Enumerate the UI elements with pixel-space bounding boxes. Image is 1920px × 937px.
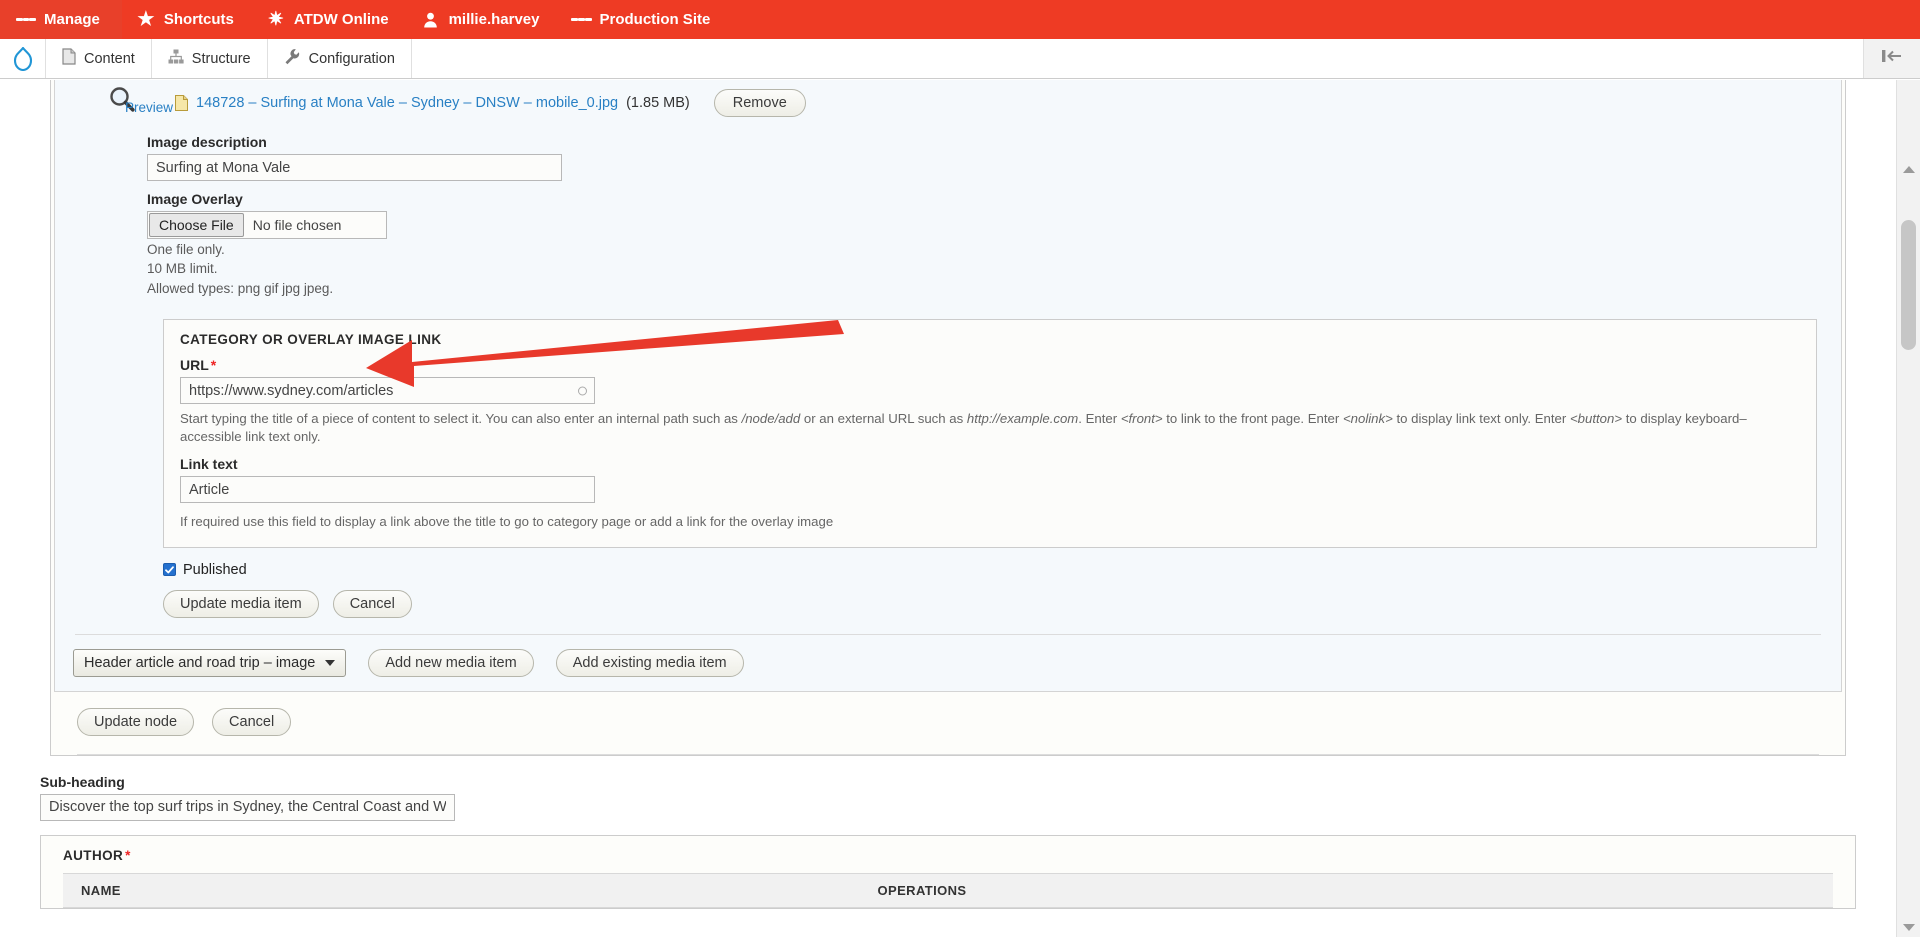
collapse-sidebar-button[interactable]	[1864, 39, 1920, 78]
published-checkbox[interactable]	[163, 563, 176, 577]
toolbar-item-manage[interactable]: Manage	[0, 0, 122, 39]
overlay-hint-limit: 10 MB limit.	[147, 261, 218, 277]
sub-heading-field: Sub-heading	[40, 774, 1896, 821]
link-text-label: Link text	[180, 456, 238, 473]
preview-label[interactable]: Preview	[125, 100, 173, 115]
fieldset-legend: CATEGORY OR OVERLAY IMAGE LINK	[180, 332, 442, 348]
autocomplete-throbber-icon	[578, 386, 587, 396]
image-description-label: Image description	[147, 134, 267, 150]
link-text-input[interactable]	[180, 476, 595, 504]
author-table-header-row: NAME OPERATIONS	[63, 872, 1833, 908]
star-icon: ★	[137, 9, 155, 30]
sub-heading-input[interactable]	[40, 793, 455, 821]
url-label: URL *	[180, 357, 217, 374]
admin-subnav: Content Structure Configuration	[0, 39, 1920, 79]
toolbar-item-production-site[interactable]: Production Site	[557, 0, 728, 39]
add-media-row: Header article and road trip – image Add…	[73, 648, 1841, 677]
node-bottom-divider	[77, 753, 1819, 755]
toolbar-item-label: millie.harvey	[448, 11, 540, 28]
subnav-spacer	[412, 39, 1864, 78]
media-file-size: (1.85 MB)	[626, 95, 690, 111]
media-item-panel: Preview 148728 – Surfing at Mona Vale – …	[54, 80, 1842, 692]
overlay-hint-one-file: One file only.	[147, 242, 225, 257]
node-edit-form: Preview 148728 – Surfing at Mona Vale – …	[50, 80, 1846, 756]
toolbar-item-label: Shortcuts	[163, 11, 234, 28]
remove-button[interactable]: Remove	[713, 89, 806, 117]
toolbar-item-atdw-online[interactable]: ✷ ATDW Online	[252, 0, 407, 39]
hamburger-icon	[16, 10, 37, 30]
subnav-item-structure[interactable]: Structure	[152, 39, 268, 78]
admin-toolbar: Manage ★ Shortcuts ✷ ATDW Online millie.…	[0, 0, 1920, 39]
chevron-down-icon	[325, 659, 336, 666]
wrench-icon	[284, 48, 301, 69]
published-label: Published	[183, 561, 247, 578]
media-type-select[interactable]: Header article and road trip – image	[73, 648, 347, 677]
author-col-operations: OPERATIONS	[859, 872, 1833, 908]
url-input-wrap	[180, 377, 595, 405]
cancel-node-button[interactable]: Cancel	[212, 707, 292, 736]
add-new-media-item-button[interactable]: Add new media item	[368, 648, 534, 677]
scroll-down-arrow-icon[interactable]	[1903, 924, 1915, 931]
required-marker: *	[125, 847, 131, 863]
author-legend: AUTHOR *	[63, 847, 131, 863]
update-node-button[interactable]: Update node	[77, 707, 195, 736]
subnav-item-label: Configuration	[308, 50, 395, 67]
subnav-item-configuration[interactable]: Configuration	[268, 39, 412, 78]
image-overlay-label: Image Overlay	[147, 191, 243, 207]
collapse-sidebar-icon	[1881, 48, 1903, 69]
overlay-hint-types: Allowed types: png gif jpg jpeg.	[147, 280, 334, 296]
subnav-item-label: Content	[84, 50, 135, 67]
required-marker: *	[210, 357, 217, 374]
page-body: Preview 148728 – Surfing at Mona Vale – …	[0, 80, 1896, 937]
scroll-up-arrow-icon[interactable]	[1903, 166, 1915, 173]
author-table: NAME OPERATIONS	[63, 872, 1833, 908]
media-divider	[75, 633, 1821, 635]
url-description: Start typing the title of a piece of con…	[180, 411, 1747, 445]
sub-heading-label: Sub-heading	[40, 773, 125, 790]
image-overlay-file-input[interactable]: Choose File No file chosen	[147, 211, 387, 239]
toolbar-item-label: ATDW Online	[293, 11, 389, 28]
server-icon	[571, 10, 592, 30]
link-text-description: If required use this field to display a …	[180, 514, 834, 530]
subnav-item-label: Structure	[191, 50, 251, 67]
structure-icon	[168, 49, 184, 68]
media-fields: Image description Image Overlay Choose F…	[55, 134, 1841, 618]
url-input[interactable]	[180, 377, 595, 405]
person-icon	[421, 10, 441, 30]
author-col-name: NAME	[63, 872, 860, 908]
media-file-link[interactable]: 148728 – Surfing at Mona Vale – Sydney –…	[196, 95, 618, 111]
page-scrollbar[interactable]	[1896, 80, 1920, 937]
toolbar-item-user[interactable]: millie.harvey	[407, 0, 558, 39]
document-icon	[62, 48, 76, 69]
published-row[interactable]: Published	[163, 562, 1841, 578]
category-overlay-link-fieldset: CATEGORY OR OVERLAY IMAGE LINK URL* Star…	[163, 319, 1817, 548]
no-file-chosen-text: No file chosen	[252, 217, 342, 233]
add-existing-media-item-button[interactable]: Add existing media item	[555, 648, 744, 677]
drupal-logo[interactable]	[0, 39, 46, 78]
update-media-item-button[interactable]: Update media item	[163, 589, 319, 618]
author-fieldset: AUTHOR * NAME OPERATIONS	[40, 834, 1856, 909]
preview-control[interactable]: Preview	[105, 87, 173, 118]
media-actions: Update media item Cancel	[163, 589, 1841, 618]
gear-icon: ✷	[267, 9, 284, 30]
media-file-row: Preview 148728 – Surfing at Mona Vale – …	[55, 80, 1841, 124]
image-description-input[interactable]	[147, 154, 562, 181]
scrollbar-thumb[interactable]	[1901, 220, 1916, 350]
toolbar-item-label: Manage	[44, 11, 100, 28]
choose-file-button[interactable]: Choose File	[149, 213, 244, 237]
cancel-media-button[interactable]: Cancel	[332, 589, 412, 618]
media-type-select-value: Header article and road trip – image	[84, 654, 316, 671]
toolbar-item-shortcuts[interactable]: ★ Shortcuts	[122, 0, 252, 39]
node-actions: Update node Cancel	[51, 692, 1845, 736]
subnav-item-content[interactable]: Content	[46, 39, 152, 78]
file-icon	[175, 95, 188, 111]
toolbar-item-label: Production Site	[599, 11, 711, 28]
